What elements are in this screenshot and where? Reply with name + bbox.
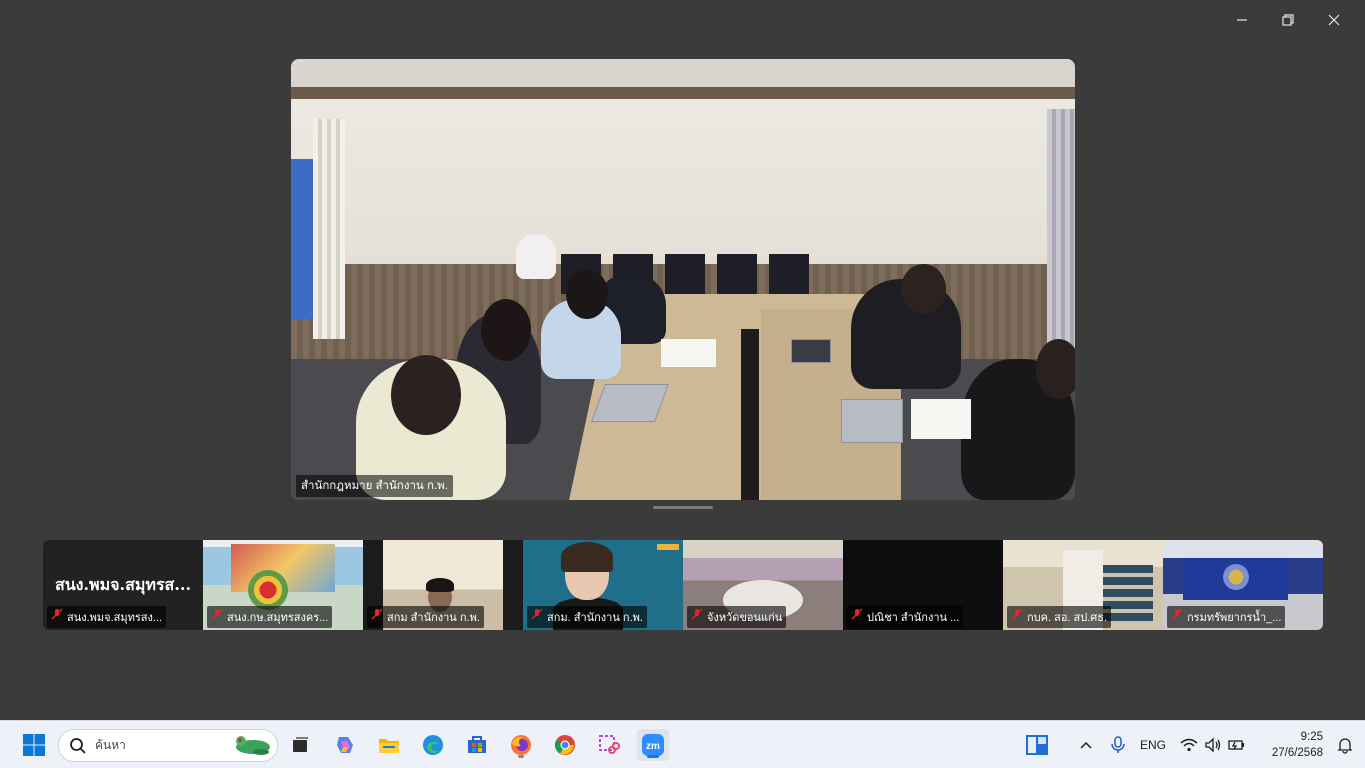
participant-tile[interactable]: สนง.พมจ.สมุทรส... สนง.พมจ.สมุทรสง...: [43, 540, 203, 630]
search-icon: [70, 737, 86, 754]
mic-muted-icon: [211, 608, 223, 620]
participant-tile[interactable]: สนง.กษ.สมุทรสงคร...: [203, 540, 363, 630]
widgets-button[interactable]: [1021, 729, 1053, 761]
participant-tile[interactable]: สกม สำนักงาน ก.พ.: [363, 540, 523, 630]
mic-muted-icon: [691, 608, 703, 620]
active-speaker-name: สำนักกฎหมาย สำนักงาน ก.พ.: [296, 475, 453, 497]
firefox-button[interactable]: [505, 729, 537, 761]
chrome-icon: [554, 735, 575, 755]
close-icon: [1328, 14, 1340, 26]
taskbar: ค้นหา zm ENG 9:25 27/6/2568: [0, 720, 1365, 768]
resize-handle[interactable]: [653, 506, 713, 509]
active-speaker-video[interactable]: สำนักกฎหมาย สำนักงาน ก.พ.: [291, 59, 1075, 500]
store-icon: [468, 736, 486, 753]
participant-label: สนง.พมจ.สมุทรสง...: [47, 606, 167, 628]
widgets-icon: [1026, 735, 1048, 755]
clock[interactable]: 9:25 27/6/2568: [1272, 729, 1323, 761]
participant-tile[interactable]: จังหวัดขอนแก่น: [683, 540, 843, 630]
participant-label: กรมทรัพยากรน้ำ_...: [1167, 606, 1286, 628]
participant-tile[interactable]: กรมทรัพยากรน้ำ_...: [1163, 540, 1323, 630]
participant-name-placeholder: สนง.พมจ.สมุทรส...: [54, 575, 192, 594]
windows-start-icon: [23, 734, 45, 756]
restore-button[interactable]: [1265, 8, 1311, 32]
participant-thumbnail-strip: สนง.พมจ.สมุทรส... สนง.พมจ.สมุทรสง... สนง…: [43, 540, 1323, 630]
edge-icon: [423, 735, 443, 755]
task-view-button[interactable]: [284, 729, 316, 761]
copilot-button[interactable]: [329, 729, 361, 761]
microphone-icon[interactable]: [1110, 735, 1126, 754]
minimize-icon: [1237, 19, 1247, 21]
svg-text:zm: zm: [646, 741, 660, 752]
chrome-button[interactable]: [549, 729, 581, 761]
participant-tile[interactable]: ปณิชา สำนักงาน ...: [843, 540, 1003, 630]
participant-tile[interactable]: สกม. สำนักงาน ก.พ.: [523, 540, 683, 630]
participant-tile[interactable]: กบค. สอ. สป.ศธ.: [1003, 540, 1163, 630]
participant-label: สกม. สำนักงาน ก.พ.: [527, 606, 647, 628]
store-button[interactable]: [461, 729, 493, 761]
snipping-tool-icon: [599, 735, 620, 754]
taskbar-search[interactable]: ค้นหา: [58, 729, 278, 762]
snipping-tool-button[interactable]: [593, 729, 625, 761]
participant-label: สกม สำนักงาน ก.พ.: [367, 606, 484, 628]
firefox-icon: [511, 735, 531, 755]
copilot-icon: [337, 737, 353, 753]
participant-label: ปณิชา สำนักงาน ...: [847, 606, 964, 628]
file-explorer-button[interactable]: [373, 729, 405, 761]
zoom-icon: zm: [642, 734, 664, 756]
search-placeholder: ค้นหา: [95, 738, 126, 752]
volume-icon[interactable]: [1204, 736, 1222, 753]
zoom-button[interactable]: zm: [637, 729, 669, 761]
start-button[interactable]: [18, 729, 50, 761]
mic-muted-icon: [1011, 608, 1023, 620]
search-highlight-icon: [236, 736, 270, 755]
chevron-up-icon[interactable]: [1078, 737, 1094, 753]
task-view-icon: [293, 737, 308, 752]
minimize-button[interactable]: [1219, 8, 1265, 32]
wifi-icon[interactable]: [1180, 737, 1198, 753]
participant-label: กบค. สอ. สป.ศธ.: [1007, 606, 1112, 628]
participant-label: สนง.กษ.สมุทรสงคร...: [207, 606, 333, 628]
system-tray: ENG: [1078, 721, 1246, 768]
participant-label: จังหวัดขอนแก่น: [687, 606, 787, 628]
close-button[interactable]: [1311, 8, 1357, 32]
mic-muted-icon: [51, 608, 63, 620]
edge-button[interactable]: [417, 729, 449, 761]
restore-icon: [1282, 14, 1294, 26]
mic-muted-icon: [371, 608, 383, 620]
notification-bell-icon: [1337, 738, 1353, 754]
clock-date: 27/6/2568: [1271, 747, 1323, 759]
language-indicator[interactable]: ENG: [1140, 738, 1166, 752]
mic-muted-icon: [1171, 608, 1183, 620]
notifications-button[interactable]: [1329, 729, 1361, 761]
file-explorer-icon: [379, 739, 399, 753]
clock-time: 9:25: [1300, 731, 1323, 743]
battery-charging-icon[interactable]: [1228, 737, 1246, 753]
window-controls: [1219, 8, 1357, 32]
mic-muted-icon: [531, 608, 543, 620]
mic-muted-icon: [851, 608, 863, 620]
